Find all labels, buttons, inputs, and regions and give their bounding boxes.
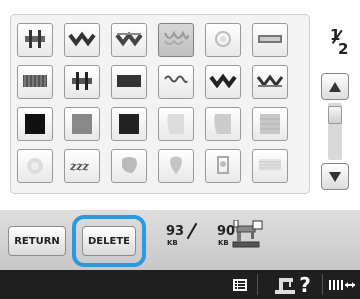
memory-available-unit: KB: [167, 239, 178, 247]
memory-available-value: 93: [166, 224, 185, 239]
pattern-thumbnail-icon: [115, 31, 143, 47]
pattern-tile[interactable]: [111, 65, 147, 99]
scroll-track[interactable]: [328, 103, 342, 160]
pattern-thumbnail-icon: [122, 157, 137, 173]
scroll-control: [321, 73, 349, 190]
memory-available: 93 KB: [166, 222, 206, 256]
pattern-thumbnail-icon: zzz: [69, 160, 89, 173]
pattern-tile[interactable]: [17, 65, 53, 99]
memory-used-unit: KB: [218, 239, 229, 247]
help-question-mark: ?: [299, 272, 311, 297]
pattern-thumbnail-icon: [258, 35, 282, 43]
pattern-thumbnail-icon: [170, 156, 182, 174]
pattern-tile[interactable]: [252, 149, 288, 183]
memory-slash: [186, 222, 198, 240]
control-area: RETURN DELETE 93 KB 90 KB: [0, 210, 360, 270]
pattern-grid: zzz: [17, 23, 288, 183]
pattern-thumbnail-icon: [256, 74, 284, 88]
pattern-tile[interactable]: [205, 65, 241, 99]
delete-button[interactable]: DELETE: [82, 226, 136, 256]
pattern-thumbnail-icon: [27, 158, 43, 174]
pattern-tile[interactable]: [158, 107, 194, 141]
status-separator: [257, 274, 258, 295]
pattern-thumbnail-icon: [164, 30, 189, 45]
pattern-tile[interactable]: zzz: [64, 149, 100, 183]
pattern-thumbnail-icon: [209, 73, 237, 89]
pattern-thumbnail-icon: [23, 75, 47, 87]
machine-help-icon[interactable]: ?: [262, 270, 322, 299]
scroll-up-button[interactable]: [321, 73, 349, 100]
triangle-down-icon: [329, 171, 341, 182]
pattern-tile[interactable]: [111, 23, 147, 57]
pattern-tile[interactable]: [158, 65, 194, 99]
page-indicator: 1 2: [327, 26, 349, 58]
pattern-tile[interactable]: [17, 149, 53, 183]
pattern-tile[interactable]: [64, 23, 100, 57]
pattern-thumbnail-icon: [260, 114, 280, 134]
pattern-tile[interactable]: [158, 23, 194, 57]
pattern-tile[interactable]: [205, 107, 241, 141]
pattern-tile[interactable]: [205, 149, 241, 183]
pattern-panel: zzz: [10, 14, 310, 194]
pattern-thumbnail-icon: [25, 114, 45, 134]
pattern-tile[interactable]: [17, 23, 53, 57]
pattern-tile[interactable]: [111, 107, 147, 141]
list-icon[interactable]: [230, 270, 250, 299]
pattern-tile[interactable]: [252, 107, 288, 141]
scroll-down-button[interactable]: [321, 163, 349, 190]
screen: zzz 1 2 RETURN DELETE 93 KB 90 KB ?: [0, 0, 360, 299]
scroll-thumb[interactable]: [328, 106, 342, 124]
pattern-tile[interactable]: [64, 65, 100, 99]
return-button[interactable]: RETURN: [8, 226, 66, 256]
svg-text:zzz: zzz: [69, 160, 89, 173]
pattern-thumbnail-icon: [117, 75, 141, 87]
pattern-thumbnail-icon: [72, 114, 92, 134]
pattern-tile[interactable]: [64, 107, 100, 141]
page-total: 2: [338, 40, 349, 58]
pattern-tile[interactable]: [252, 23, 288, 57]
status-bar: ?: [0, 270, 360, 299]
pattern-tile[interactable]: [158, 149, 194, 183]
pattern-thumbnail-icon: [25, 30, 45, 48]
pattern-tile[interactable]: [111, 149, 147, 183]
pattern-thumbnail-icon: [215, 31, 231, 47]
pattern-tile[interactable]: [205, 23, 241, 57]
pattern-thumbnail-icon: [68, 31, 96, 47]
pattern-thumbnail-icon: [164, 75, 188, 84]
pattern-tile[interactable]: [252, 65, 288, 99]
pattern-thumbnail-icon: [167, 114, 184, 134]
pattern-tile[interactable]: [17, 107, 53, 141]
pattern-thumbnail-icon: [119, 114, 139, 134]
horizontal-scroll-icon[interactable]: [323, 270, 360, 299]
pattern-thumbnail-icon: [214, 114, 231, 134]
embroidery-machine-icon: [231, 219, 263, 254]
pattern-thumbnail-icon: [72, 72, 92, 90]
pattern-thumbnail-icon: [217, 156, 229, 174]
triangle-up-icon: [329, 81, 341, 92]
pattern-thumbnail-icon: [259, 159, 281, 171]
